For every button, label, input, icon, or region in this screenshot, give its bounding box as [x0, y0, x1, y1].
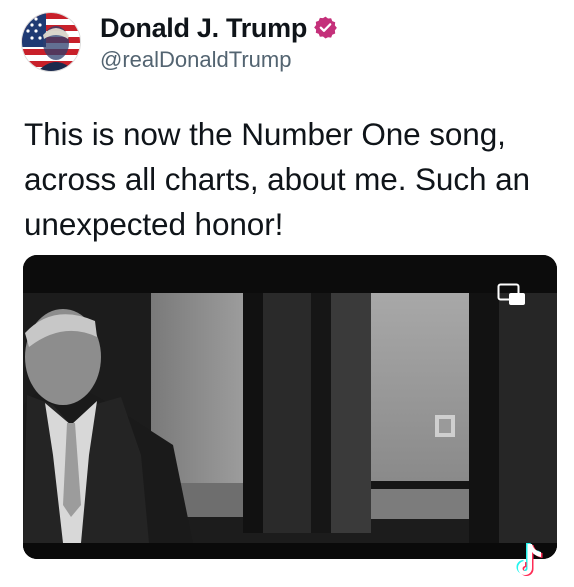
display-name[interactable]: Donald J. Trump [100, 12, 307, 44]
handle[interactable]: @realDonaldTrump [100, 47, 338, 73]
video-player[interactable] [23, 255, 557, 559]
picture-in-picture-icon[interactable] [497, 283, 527, 307]
tiktok-logo-icon [508, 540, 552, 582]
author-names: Donald J. Trump @realDonaldTrump [100, 12, 338, 73]
display-name-row: Donald J. Trump [100, 12, 338, 44]
tweet-text: This is now the Number One song, across … [24, 116, 530, 242]
verified-badge-icon [313, 15, 338, 40]
tweet-header: Donald J. Trump @realDonaldTrump [22, 11, 338, 73]
avatar-flag-portrait [22, 13, 80, 71]
video-frame [23, 255, 557, 559]
avatar[interactable] [22, 13, 80, 71]
